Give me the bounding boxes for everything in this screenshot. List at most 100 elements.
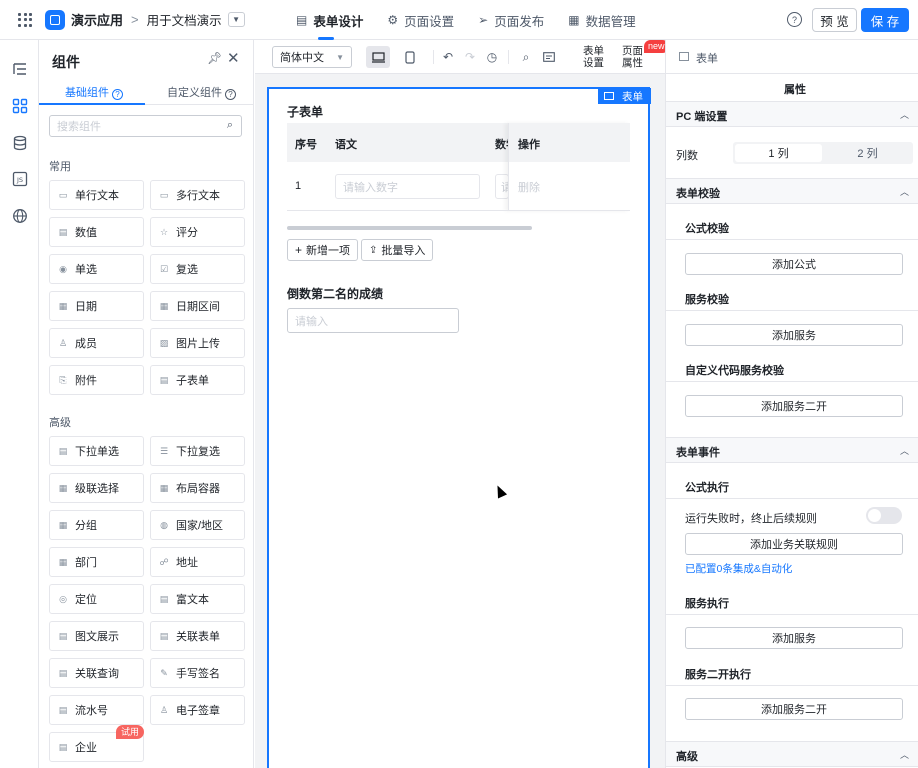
mobile-view-icon[interactable] bbox=[401, 48, 419, 66]
component-layout-container[interactable]: ▦ 布局容器 bbox=[150, 473, 245, 503]
app-name[interactable]: 演示应用 bbox=[71, 10, 123, 29]
tab-data-management[interactable]: ▦ 数据管理 bbox=[556, 0, 647, 40]
component-date-range[interactable]: ▦ 日期区间 bbox=[150, 291, 245, 321]
form-tag-label: 表单 bbox=[622, 90, 643, 103]
add-formula-button[interactable]: 添加公式 bbox=[685, 253, 903, 275]
pin-icon[interactable]: 📌︎ bbox=[207, 51, 222, 65]
section-form-events[interactable]: 表单事件 ︿ bbox=[666, 437, 918, 463]
component-date[interactable]: ▦ 日期 bbox=[49, 291, 144, 321]
component-related-form[interactable]: ▤ 关联表单 bbox=[150, 621, 245, 651]
math-input[interactable]: 请 bbox=[495, 174, 509, 199]
preview-button[interactable]: 预 览 bbox=[812, 8, 857, 32]
search-input[interactable]: 搜索组件 ⌕ bbox=[49, 115, 242, 137]
bulk-import-button[interactable]: ⇪ 批量导入 bbox=[361, 239, 434, 261]
component-country-region[interactable]: ◍ 国家/地区 bbox=[150, 510, 245, 540]
serial-number-icon: ▤ bbox=[58, 704, 68, 715]
database-icon[interactable] bbox=[11, 134, 28, 151]
component-attachment[interactable]: ⎘ 附件 bbox=[49, 365, 144, 395]
form-settings-line1: 表单 bbox=[583, 45, 604, 57]
component-signature[interactable]: ✎ 手写签名 bbox=[150, 658, 245, 688]
component-label: 关联表单 bbox=[176, 631, 220, 643]
left-rail: JS bbox=[0, 40, 39, 768]
close-icon[interactable]: ✕ bbox=[227, 49, 240, 67]
language-select[interactable]: 简体中文 ▼ bbox=[272, 46, 352, 68]
component-dropdown-multi[interactable]: ☰ 下拉复选 bbox=[150, 436, 245, 466]
component-cascade-select[interactable]: ▦ 级联选择 bbox=[49, 473, 144, 503]
tab-form-design[interactable]: ▤ 表单设计 bbox=[284, 0, 375, 40]
tab-page-publish[interactable]: ➢ 页面发布 bbox=[466, 0, 556, 40]
add-service-secondary-exec-button[interactable]: 添加服务二开 bbox=[685, 698, 903, 720]
undo-icon[interactable]: ↶ bbox=[439, 48, 457, 66]
component-related-query[interactable]: ▤ 关联查询 bbox=[49, 658, 144, 688]
chevron-down-icon[interactable]: ▼ bbox=[227, 12, 245, 27]
search-icon[interactable]: ⌕ bbox=[517, 48, 535, 66]
component-number[interactable]: ▤ 数值 bbox=[49, 217, 144, 247]
form-settings-button[interactable]: 表单 设置 bbox=[583, 45, 604, 69]
help-icon[interactable]: ? bbox=[787, 12, 802, 27]
js-code-icon[interactable]: JS bbox=[11, 170, 28, 187]
component-radio[interactable]: ◉ 单选 bbox=[49, 254, 144, 284]
components-icon[interactable] bbox=[11, 97, 28, 114]
component-image-upload[interactable]: ▨ 图片上传 bbox=[150, 328, 245, 358]
add-item-button[interactable]: + 新增一项 bbox=[287, 239, 359, 261]
component-e-seal[interactable]: ♙ 电子签章 bbox=[150, 695, 245, 725]
component-location[interactable]: ◎ 定位 bbox=[49, 584, 144, 614]
score-input[interactable]: 请输入 bbox=[287, 308, 459, 333]
configured-link[interactable]: 已配置0条集成&自动化 bbox=[685, 561, 792, 576]
tab-label: 页面设置 bbox=[404, 14, 455, 29]
component-rating[interactable]: ☆ 评分 bbox=[150, 217, 245, 247]
component-subform[interactable]: ▤ 子表单 bbox=[150, 365, 245, 395]
component-label: 部门 bbox=[75, 557, 97, 569]
tab-label: 基础组件 bbox=[65, 87, 109, 99]
form-area[interactable]: 表单 子表单 序号 语文 数学 1 请输入数字 请 操作 删除 +新增一项 ⇪批… bbox=[267, 87, 651, 768]
app-grid-icon[interactable] bbox=[18, 12, 32, 27]
search-icon[interactable]: ⌕ bbox=[227, 119, 233, 132]
component-single-line-text[interactable]: ▭ 单行文本 bbox=[49, 180, 144, 210]
column-option-1[interactable]: 1 列 bbox=[735, 144, 822, 162]
component-member[interactable]: ♙ 成员 bbox=[49, 328, 144, 358]
add-service-secondary-button[interactable]: 添加服务二开 bbox=[685, 395, 903, 417]
component-dropdown-single[interactable]: ▤ 下拉单选 bbox=[49, 436, 144, 466]
row-index: 1 bbox=[295, 180, 302, 192]
subform-table[interactable]: 序号 语文 数学 1 请输入数字 请 操作 删除 bbox=[287, 123, 630, 211]
component-serial-number[interactable]: ▤ 流水号 bbox=[49, 695, 144, 725]
history-icon[interactable]: ◷ bbox=[483, 48, 501, 66]
redo-icon[interactable]: ↷ bbox=[461, 48, 479, 66]
component-label: 日期区间 bbox=[176, 301, 220, 313]
component-checkbox[interactable]: ☑ 复选 bbox=[150, 254, 245, 284]
radio-icon: ◉ bbox=[59, 263, 67, 274]
code-icon[interactable] bbox=[540, 48, 558, 66]
add-rule-button[interactable]: 添加业务关联规则 bbox=[685, 533, 903, 555]
component-label: 富文本 bbox=[176, 594, 209, 606]
component-department[interactable]: ▦ 部门 bbox=[49, 547, 144, 577]
subsection-title: 自定义代码服务校验 bbox=[685, 365, 784, 377]
delete-link[interactable]: 删除 bbox=[518, 179, 540, 195]
section-form-validation[interactable]: 表单校验 ︿ bbox=[666, 178, 918, 204]
component-rich-text[interactable]: ▤ 富文本 bbox=[150, 584, 245, 614]
component-group[interactable]: ▦ 分组 bbox=[49, 510, 144, 540]
breadcrumb-doc[interactable]: 用于文档演示 bbox=[147, 10, 222, 29]
page-props-button[interactable]: 页面 属性 bbox=[622, 45, 643, 69]
stop-on-fail-toggle[interactable] bbox=[866, 507, 902, 524]
tab-custom-components[interactable]: 自定义组件? bbox=[167, 84, 236, 100]
chinese-input[interactable]: 请输入数字 bbox=[335, 174, 480, 199]
outline-tree-icon[interactable] bbox=[11, 60, 28, 77]
component-image-text[interactable]: ▤ 图文展示 bbox=[49, 621, 144, 651]
horizontal-scrollbar[interactable] bbox=[287, 226, 532, 230]
column-option-2[interactable]: 2 列 bbox=[824, 144, 911, 162]
globe-icon[interactable] bbox=[11, 207, 28, 224]
tab-page-settings[interactable]: ⚙ 页面设置 bbox=[375, 0, 466, 40]
section-pc-settings[interactable]: PC 端设置 ︿ bbox=[666, 101, 918, 127]
service-secondary-exec-heading: 服务二开执行 bbox=[666, 659, 918, 686]
add-service-exec-button[interactable]: 添加服务 bbox=[685, 627, 903, 649]
component-multi-line-text[interactable]: ▭ 多行文本 bbox=[150, 180, 245, 210]
add-service-button[interactable]: 添加服务 bbox=[685, 324, 903, 346]
tab-basic-components[interactable]: 基础组件? bbox=[65, 84, 123, 100]
save-button[interactable]: 保 存 bbox=[861, 8, 909, 32]
section-advanced[interactable]: 高级 ︿ bbox=[666, 741, 918, 767]
column-index: 序号 bbox=[295, 139, 317, 151]
component-enterprise[interactable]: ▤ 企业 试用 bbox=[49, 725, 144, 762]
tab-properties[interactable]: 属性 bbox=[784, 81, 806, 97]
component-address[interactable]: ☍ 地址 bbox=[150, 547, 245, 577]
desktop-view-icon[interactable] bbox=[366, 46, 390, 68]
